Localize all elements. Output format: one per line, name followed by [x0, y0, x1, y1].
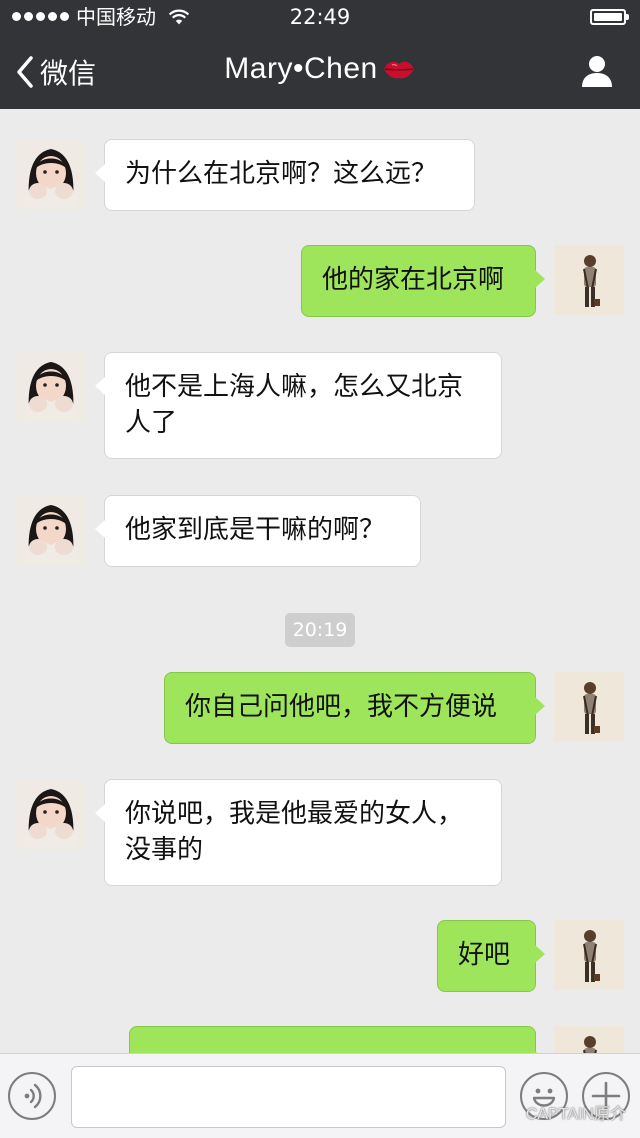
timestamp-badge: 20:19 — [285, 613, 355, 647]
message-input[interactable] — [71, 1066, 506, 1128]
chat-title: Mary•Chen — [0, 52, 640, 86]
my-avatar[interactable] — [554, 672, 624, 742]
incoming-message[interactable]: 他家到底是干嘛的啊？ — [95, 495, 421, 567]
outgoing-message[interactable]: 你自己问他吧，我不方便说 — [164, 672, 545, 744]
message-line: 你说吧，我是他最爱的女人， — [125, 799, 464, 829]
my-avatar[interactable] — [554, 245, 624, 315]
message-line: 他不是上海人嘛，怎么又北京 — [125, 372, 464, 402]
header: 中国移动 22:49 微信 Mary•Chen — [0, 0, 640, 109]
watermark: CAPTAIN原介 — [526, 1100, 626, 1124]
message-line: 人了 — [125, 408, 178, 438]
my-avatar[interactable] — [554, 920, 624, 990]
battery-fill — [594, 13, 622, 21]
outgoing-message-partial[interactable] — [129, 1026, 545, 1053]
incoming-message[interactable]: 他不是上海人嘛，怎么又北京 人了 — [95, 352, 502, 459]
contact-avatar[interactable] — [16, 779, 86, 849]
status-bar: 中国移动 22:49 — [0, 0, 640, 34]
contact-avatar[interactable] — [16, 495, 86, 565]
voice-button[interactable] — [8, 1072, 56, 1120]
contact-avatar[interactable] — [16, 352, 86, 422]
lips-icon — [383, 61, 414, 79]
clock: 22:49 — [289, 5, 351, 29]
contact-name: Mary•Chen — [224, 52, 378, 85]
input-bar: CAPTAIN原介 — [0, 1053, 640, 1138]
outgoing-message[interactable]: 他的家在北京啊 — [301, 245, 545, 317]
person-icon[interactable] — [580, 54, 614, 88]
my-avatar[interactable] — [554, 1026, 624, 1053]
nav-bar: 微信 Mary•Chen — [0, 34, 640, 109]
battery-icon — [590, 9, 629, 25]
watermark-label: CAPTAIN原介 — [525, 1106, 626, 1123]
message-line: 没事的 — [125, 835, 204, 865]
outgoing-message[interactable]: 好吧 — [437, 920, 545, 992]
voice-icon — [24, 1083, 42, 1109]
contact-avatar[interactable] — [16, 139, 86, 209]
incoming-message[interactable]: 你说吧，我是他最爱的女人， 没事的 — [95, 779, 502, 886]
incoming-message[interactable]: 为什么在北京啊？这么远？ — [95, 139, 475, 211]
chat-message-list[interactable]: 为什么在北京啊？这么远？ 他的家在北京啊 他不是上海人嘛，怎么又北京 人了 他家… — [0, 109, 640, 1053]
